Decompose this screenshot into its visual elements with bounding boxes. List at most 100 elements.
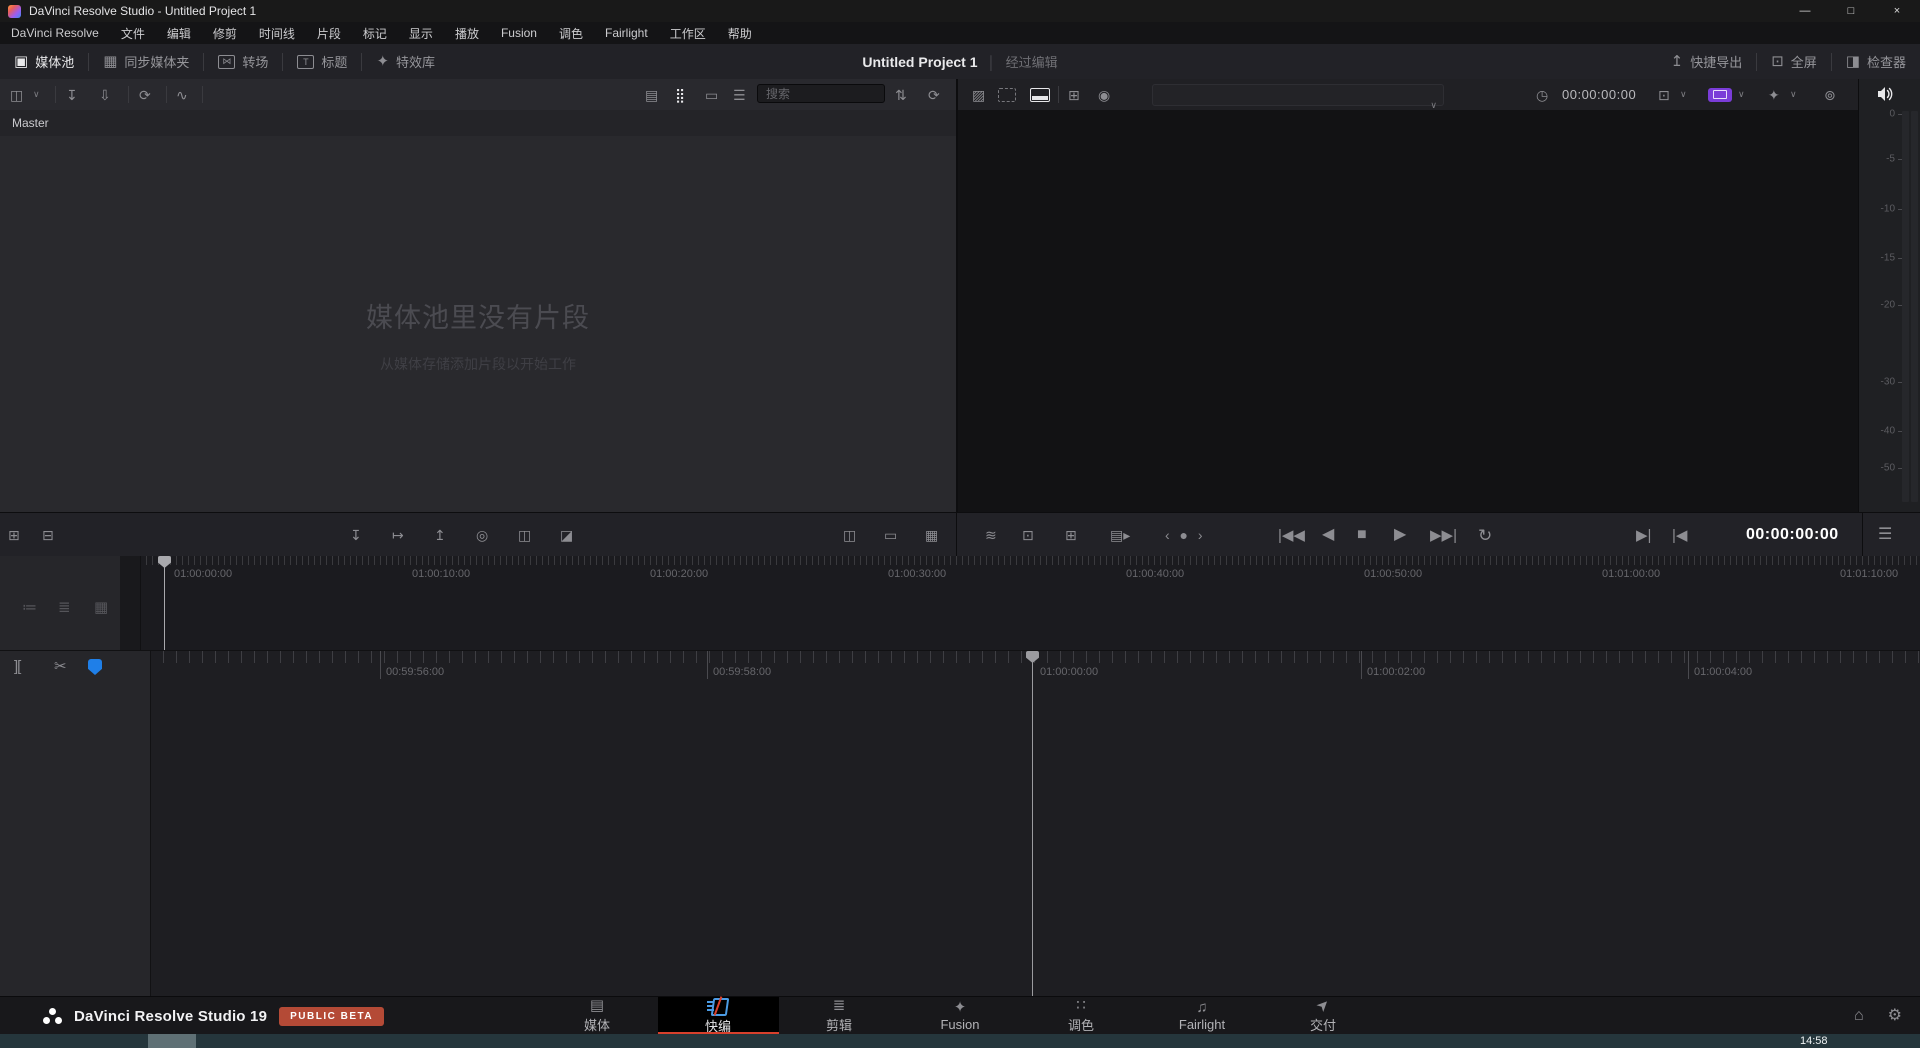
close-icon[interactable]: × xyxy=(1874,0,1920,22)
menu-timeline[interactable]: 时间线 xyxy=(248,25,306,42)
media-pool-button[interactable]: ▣ 媒体池 xyxy=(0,44,88,79)
search-input[interactable] xyxy=(757,84,885,103)
goto-in-icon[interactable]: |◀ xyxy=(1672,513,1687,557)
transitions-button[interactable]: ⋈ 转场 xyxy=(204,44,282,79)
place-on-top-icon[interactable]: ◫ xyxy=(518,513,531,557)
clip-name-dropdown[interactable]: ∨ xyxy=(1152,84,1444,106)
sort-icon[interactable]: ⇅ xyxy=(895,79,907,110)
trim-editor-icon[interactable] xyxy=(998,79,1016,110)
effects-button[interactable]: ✦ 特效库 xyxy=(362,44,449,79)
display-options-icon[interactable]: ⊡ xyxy=(1658,79,1670,110)
timeline-overview[interactable]: 01:00:00:00 01:00:10:00 01:00:20:00 01:0… xyxy=(0,556,1920,650)
filmstrip-view-icon[interactable]: ▭ xyxy=(705,79,718,110)
menu-fairlight[interactable]: Fairlight xyxy=(594,26,659,40)
tab-edit[interactable]: ≣ 剪辑 xyxy=(779,997,900,1035)
taskbar-item[interactable] xyxy=(148,1034,196,1048)
media-pool-panel[interactable]: 媒体池里没有片段 从媒体存储添加片段以开始工作 xyxy=(0,136,956,512)
menu-trim[interactable]: 修剪 xyxy=(202,25,248,42)
viewer-tools-icon[interactable]: ≋ xyxy=(985,513,997,557)
color-wheel-icon[interactable]: ⊚ xyxy=(1824,79,1836,110)
poi-marker-icon[interactable]: ⊡ xyxy=(1022,513,1034,557)
split-view-icon[interactable]: ◫ xyxy=(843,513,856,557)
speaker-icon[interactable] xyxy=(1877,86,1895,102)
scrub-control[interactable]: ‹ ● › xyxy=(1165,513,1206,557)
timeline-overview-ruler[interactable]: 01:00:00:00 01:00:10:00 01:00:20:00 01:0… xyxy=(140,556,1920,650)
insert-to-timeline-icon[interactable]: ⊟ xyxy=(42,513,54,557)
chevron-down-icon[interactable]: ∨ xyxy=(1738,79,1745,110)
import-folder-icon[interactable]: ⇩ xyxy=(99,79,111,110)
thumbnail-view-icon[interactable]: ⣿ xyxy=(675,79,685,110)
chevron-down-icon[interactable]: ∨ xyxy=(1790,79,1797,110)
menu-mark[interactable]: 标记 xyxy=(352,25,398,42)
menu-file[interactable]: 文件 xyxy=(110,25,156,42)
append-edit-icon[interactable]: ↦ xyxy=(392,513,404,557)
source-overwrite-icon[interactable]: ◪ xyxy=(560,513,573,557)
color-managed-badge[interactable] xyxy=(1708,79,1732,110)
overview-playhead[interactable] xyxy=(164,556,165,650)
sync-bin-button[interactable]: ▦ 同步媒体夹 xyxy=(89,44,203,79)
step-back-icon[interactable]: ◀ xyxy=(1322,513,1334,557)
menu-fusion[interactable]: Fusion xyxy=(490,26,548,40)
viewer-panel[interactable] xyxy=(956,110,1860,512)
tab-cut[interactable]: 快编 xyxy=(658,997,779,1035)
inspector-button[interactable]: ◨ 检查器 xyxy=(1832,44,1920,79)
film-roll-icon[interactable]: ▦ xyxy=(94,600,108,615)
blade-tool-icon[interactable]: ✂ xyxy=(54,659,67,674)
fullscreen-button[interactable]: ⊡ 全屏 xyxy=(1757,44,1831,79)
close-up-icon[interactable]: ◎ xyxy=(476,513,488,557)
enhance-icon[interactable]: ✦ xyxy=(1768,79,1780,110)
quick-export-button[interactable]: ↥ 快捷导出 xyxy=(1657,44,1757,79)
tab-deliver[interactable]: ➤ 交付 xyxy=(1263,997,1384,1035)
fast-review-icon[interactable]: ▤▸ xyxy=(1110,513,1130,557)
timeline-detail[interactable]: 00:59:56:00 00:59:58:00 01:00:00:00 01:0… xyxy=(0,650,1920,997)
tab-fusion[interactable]: ✦ Fusion xyxy=(900,997,1021,1035)
single-view-icon[interactable]: ▭ xyxy=(884,513,897,557)
relink-icon[interactable]: ∿ xyxy=(176,79,188,110)
skip-last-frame-icon[interactable]: ▶▶| xyxy=(1430,513,1457,557)
menu-playback[interactable]: 播放 xyxy=(444,25,490,42)
bin-name[interactable]: Master xyxy=(12,116,49,130)
append-to-timeline-icon[interactable]: ⊞ xyxy=(8,513,20,557)
play-icon[interactable]: ▶ xyxy=(1394,513,1406,557)
camera-icon[interactable]: ◉ xyxy=(1098,79,1110,110)
panel-toggle-icon[interactable]: ◫ xyxy=(10,79,23,110)
add-poi-icon[interactable]: ⊞ xyxy=(1065,513,1077,557)
stop-icon[interactable]: ■ xyxy=(1357,513,1367,557)
import-media-icon[interactable]: ↧ xyxy=(66,79,78,110)
menu-davinci-resolve[interactable]: DaVinci Resolve xyxy=(0,26,110,40)
list-view-icon[interactable]: ☰ xyxy=(733,79,746,110)
timeline-playhead[interactable] xyxy=(1032,651,1033,997)
menu-help[interactable]: 帮助 xyxy=(717,25,763,42)
waveform-view-icon[interactable]: ▦ xyxy=(925,513,938,557)
timeline-options-icon[interactable]: ☰ xyxy=(1878,513,1892,557)
multi-view-icon[interactable]: ⊞ xyxy=(1068,79,1080,110)
smart-insert-icon[interactable]: ↧ xyxy=(350,513,362,557)
ruler-label: 01:00:10:00 xyxy=(412,568,470,580)
viewer-image-icon[interactable]: ▨ xyxy=(972,79,985,110)
menu-clip[interactable]: 片段 xyxy=(306,25,352,42)
refresh-icon[interactable]: ⟳ xyxy=(928,79,940,110)
chevron-down-icon[interactable]: ∨ xyxy=(1680,79,1687,110)
snapping-icon[interactable] xyxy=(88,659,102,675)
tab-color[interactable]: ∷ 调色 xyxy=(1021,997,1142,1035)
clip-list-icon[interactable]: ≔ xyxy=(22,600,37,615)
metadata-view-icon[interactable]: ▤ xyxy=(645,79,658,110)
titles-button[interactable]: T 标题 xyxy=(283,44,361,79)
tab-fairlight[interactable]: ♫ Fairlight xyxy=(1142,997,1263,1035)
menu-edit[interactable]: 编辑 xyxy=(156,25,202,42)
menu-color[interactable]: 调色 xyxy=(548,25,594,42)
source-tape-icon[interactable] xyxy=(1030,79,1050,110)
ripple-overwrite-icon[interactable]: ↥ xyxy=(434,513,446,557)
chevron-down-icon[interactable]: ∨ xyxy=(33,79,40,110)
track-options-icon[interactable]: ≣ xyxy=(58,600,71,615)
maximize-icon[interactable]: □ xyxy=(1828,0,1874,22)
menu-workspace[interactable]: 工作区 xyxy=(659,25,717,42)
trim-tool-icon[interactable]: ][ xyxy=(14,659,20,674)
minimize-icon[interactable]: — xyxy=(1782,0,1828,22)
tab-media[interactable]: ▤ 媒体 xyxy=(537,997,658,1035)
goto-out-icon[interactable]: ▶| xyxy=(1636,513,1651,557)
skip-first-frame-icon[interactable]: |◀◀ xyxy=(1278,513,1305,557)
menu-view[interactable]: 显示 xyxy=(398,25,444,42)
loop-icon[interactable]: ↻ xyxy=(1478,513,1492,557)
resync-icon[interactable]: ⟳ xyxy=(139,79,151,110)
